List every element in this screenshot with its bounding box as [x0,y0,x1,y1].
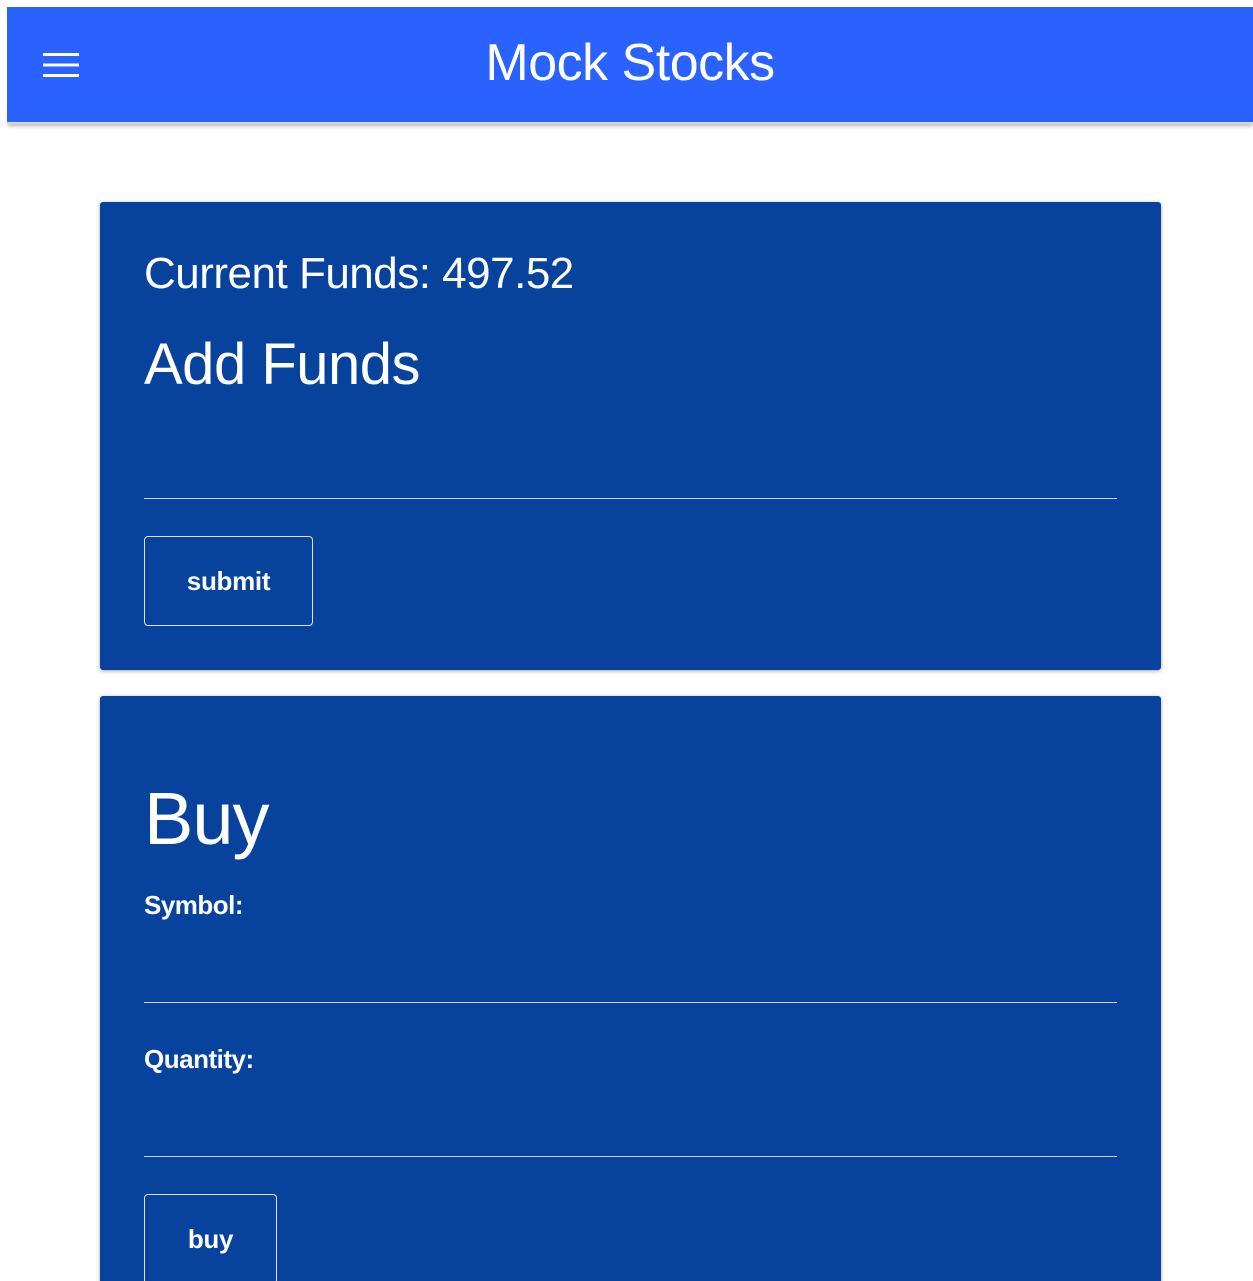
app-bar: Mock Stocks [7,7,1253,124]
symbol-input[interactable] [144,962,1117,1003]
quantity-label: Quantity: [144,1044,254,1074]
app-title: Mock Stocks [485,34,775,92]
buy-button[interactable]: buy [144,1194,277,1281]
add-funds-heading: Add Funds [144,332,421,397]
symbol-label: Symbol: [144,890,244,920]
buy-heading: Buy [144,777,270,860]
buy-card: Buy Symbol: Quantity: buy [100,696,1161,1281]
funds-amount-input[interactable] [144,458,1117,499]
app-viewport: Mock Stocks Current Funds: 497.52 Add Fu… [7,7,1253,1281]
quantity-input[interactable] [144,1116,1117,1157]
current-funds-label: Current Funds: 497.52 [144,249,574,298]
add-funds-card: Current Funds: 497.52 Add Funds submit [100,202,1161,670]
submit-button[interactable]: submit [144,536,313,626]
